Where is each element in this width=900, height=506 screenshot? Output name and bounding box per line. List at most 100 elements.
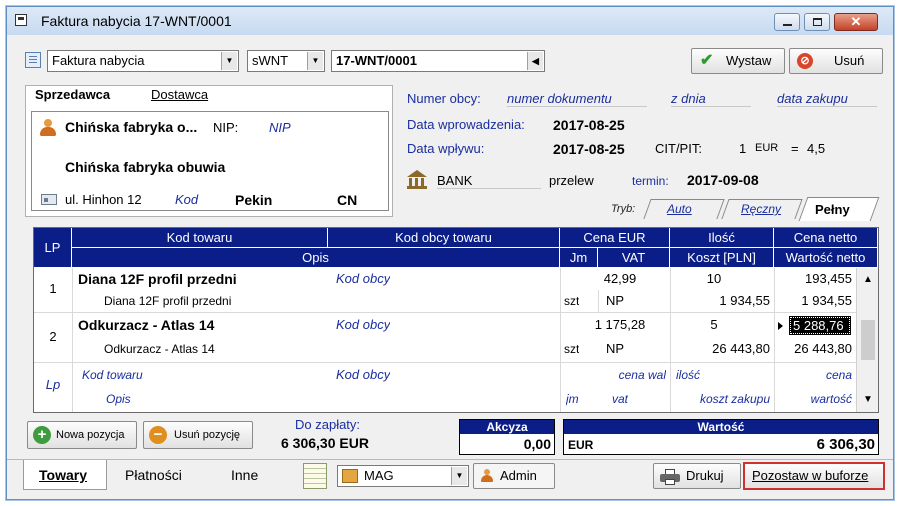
- tab-supplier[interactable]: Dostawca: [151, 87, 208, 102]
- bottom-divider: [7, 459, 893, 460]
- row-qty[interactable]: 5: [674, 314, 754, 336]
- row-cost[interactable]: 1 934,55: [674, 290, 770, 312]
- close-button[interactable]: ✕: [834, 13, 878, 31]
- tab-other[interactable]: Inne: [231, 467, 258, 483]
- system-menu-icon[interactable]: [15, 14, 27, 26]
- row-qty[interactable]: 10: [674, 268, 754, 290]
- chevron-down-icon: ▼: [307, 52, 323, 70]
- warehouse-select[interactable]: MAG ▼: [337, 465, 469, 487]
- row-net-value[interactable]: 1 934,55: [778, 290, 852, 312]
- new-row-qty[interactable]: ilość: [676, 364, 700, 386]
- street-field[interactable]: ul. Hinhon 12: [65, 192, 142, 207]
- row-cost[interactable]: 26 443,80: [674, 338, 770, 360]
- delete-item-button[interactable]: − Usuń pozycję: [143, 421, 253, 449]
- excise-label: Akcyza: [460, 420, 554, 434]
- new-row-net-value[interactable]: wartość: [778, 388, 852, 410]
- exchange-rate-value[interactable]: 4,5: [807, 141, 825, 156]
- document-number-value: 17-WNT/0001: [336, 53, 417, 68]
- tab-seller[interactable]: Sprzedawca: [35, 87, 110, 102]
- row-code[interactable]: Odkurzacz - Atlas 14: [78, 314, 328, 336]
- row-desc[interactable]: Odkurzacz - Atlas 14: [104, 338, 215, 360]
- rate-quantity[interactable]: 1: [739, 141, 746, 156]
- row-net-value[interactable]: 26 443,80: [778, 338, 852, 360]
- tab-manual-label: Ręczny: [741, 202, 782, 216]
- scroll-thumb[interactable]: [861, 320, 875, 360]
- col-unit-header[interactable]: Jm: [560, 248, 598, 268]
- col-lp-header[interactable]: LP: [34, 228, 72, 268]
- row-desc[interactable]: Diana 12F profil przedni: [104, 290, 231, 312]
- country-field[interactable]: CN: [337, 192, 357, 208]
- receipt-date-value[interactable]: 2017-08-25: [553, 141, 625, 157]
- keep-in-buffer-button[interactable]: Pozostaw w buforze: [743, 462, 885, 490]
- user-field[interactable]: Admin: [473, 463, 555, 489]
- warehouse-value: MAG: [364, 468, 394, 483]
- new-row-foreign-code[interactable]: Kod obcy: [336, 364, 390, 386]
- bank-field[interactable]: BANK: [437, 173, 541, 189]
- new-item-button[interactable]: + Nowa pozycja: [27, 421, 137, 449]
- row-lp: 2: [49, 329, 57, 344]
- person-icon: [39, 119, 57, 137]
- row-unit[interactable]: szt: [564, 338, 579, 360]
- print-button[interactable]: Drukuj: [653, 463, 741, 489]
- row-price[interactable]: 42,99: [574, 268, 666, 290]
- from-day-field[interactable]: z dnia: [671, 91, 751, 107]
- seller-full-name[interactable]: Chińska fabryka obuwia: [65, 159, 225, 175]
- col-net-value-header[interactable]: Wartość netto: [774, 248, 878, 268]
- new-row-net-price[interactable]: cena: [778, 364, 852, 386]
- col-qty-header[interactable]: Ilość: [670, 228, 774, 248]
- row-net-price[interactable]: 193,455: [778, 268, 852, 290]
- new-row-code[interactable]: Kod towaru: [82, 364, 143, 386]
- col-price-header[interactable]: Cena EUR: [560, 228, 670, 248]
- city-field[interactable]: Pekin: [235, 192, 272, 208]
- seller-short-name[interactable]: Chińska fabryka o...: [65, 119, 197, 135]
- row-price[interactable]: 1 175,28: [574, 314, 666, 336]
- new-row-unit[interactable]: jm: [566, 388, 579, 410]
- row-code[interactable]: Diana 12F profil przedni: [78, 268, 328, 290]
- excise-value[interactable]: 0,00: [524, 436, 551, 452]
- col-net-price-header[interactable]: Cena netto: [774, 228, 878, 248]
- col-desc-header[interactable]: Opis: [72, 248, 560, 268]
- tab-payments[interactable]: Płatności: [125, 467, 182, 483]
- postal-code-field[interactable]: Kod: [175, 192, 198, 207]
- scroll-up-icon[interactable]: ▲: [857, 274, 878, 285]
- delete-button[interactable]: ⊘ Usuń: [789, 48, 883, 74]
- new-row-price[interactable]: cena wal: [584, 364, 666, 386]
- close-icon: ✕: [850, 14, 862, 29]
- row-vat[interactable]: NP: [606, 290, 624, 312]
- col-vat-header[interactable]: VAT: [598, 248, 670, 268]
- mode-label: Tryb:: [611, 203, 636, 215]
- row-net-price-editing[interactable]: 5 288,76: [789, 316, 851, 335]
- series-select[interactable]: sWNT ▼: [247, 50, 325, 72]
- document-type-select[interactable]: Faktura nabycia ▼: [47, 50, 239, 72]
- issue-button[interactable]: ✔ Wystaw: [691, 48, 785, 74]
- row-foreign-code[interactable]: Kod obcy: [336, 268, 390, 290]
- warehouse-icon: [342, 469, 358, 483]
- minimize-button[interactable]: [774, 13, 800, 31]
- new-row-cost[interactable]: koszt zakupu: [676, 388, 770, 410]
- col-net-value-label: Wartość netto: [785, 250, 866, 265]
- col-cost-header[interactable]: Koszt [PLN]: [670, 248, 774, 268]
- payment-method-field[interactable]: przelew: [549, 173, 594, 188]
- value-label: Wartość: [564, 420, 878, 434]
- new-row-desc[interactable]: Opis: [106, 388, 131, 410]
- print-label: Drukuj: [686, 468, 724, 483]
- nip-field[interactable]: NIP: [269, 120, 291, 135]
- purchase-date-field[interactable]: data zakupu: [777, 91, 877, 107]
- grid-divider: [560, 268, 561, 412]
- new-row-vat[interactable]: vat: [612, 388, 628, 410]
- rate-currency[interactable]: EUR: [755, 142, 778, 154]
- col-foreign-code-header[interactable]: Kod obcy towaru: [328, 228, 560, 248]
- notepad-icon[interactable]: [303, 463, 327, 489]
- document-number-field[interactable]: 17-WNT/0001 ◀: [331, 50, 545, 72]
- term-date-value[interactable]: 2017-09-08: [687, 172, 759, 188]
- row-vat[interactable]: NP: [606, 338, 624, 360]
- row-unit[interactable]: szt: [564, 290, 579, 312]
- scroll-down-icon[interactable]: ▼: [857, 394, 878, 405]
- col-code-header[interactable]: Kod towaru: [72, 228, 328, 248]
- entry-date-value[interactable]: 2017-08-25: [553, 117, 625, 133]
- maximize-button[interactable]: [804, 13, 830, 31]
- excise-box: Akcyza 0,00: [459, 419, 555, 455]
- grid-scrollbar[interactable]: ▲ ▼: [856, 268, 878, 412]
- foreign-number-field[interactable]: numer dokumentu: [507, 91, 647, 107]
- row-foreign-code[interactable]: Kod obcy: [336, 314, 390, 336]
